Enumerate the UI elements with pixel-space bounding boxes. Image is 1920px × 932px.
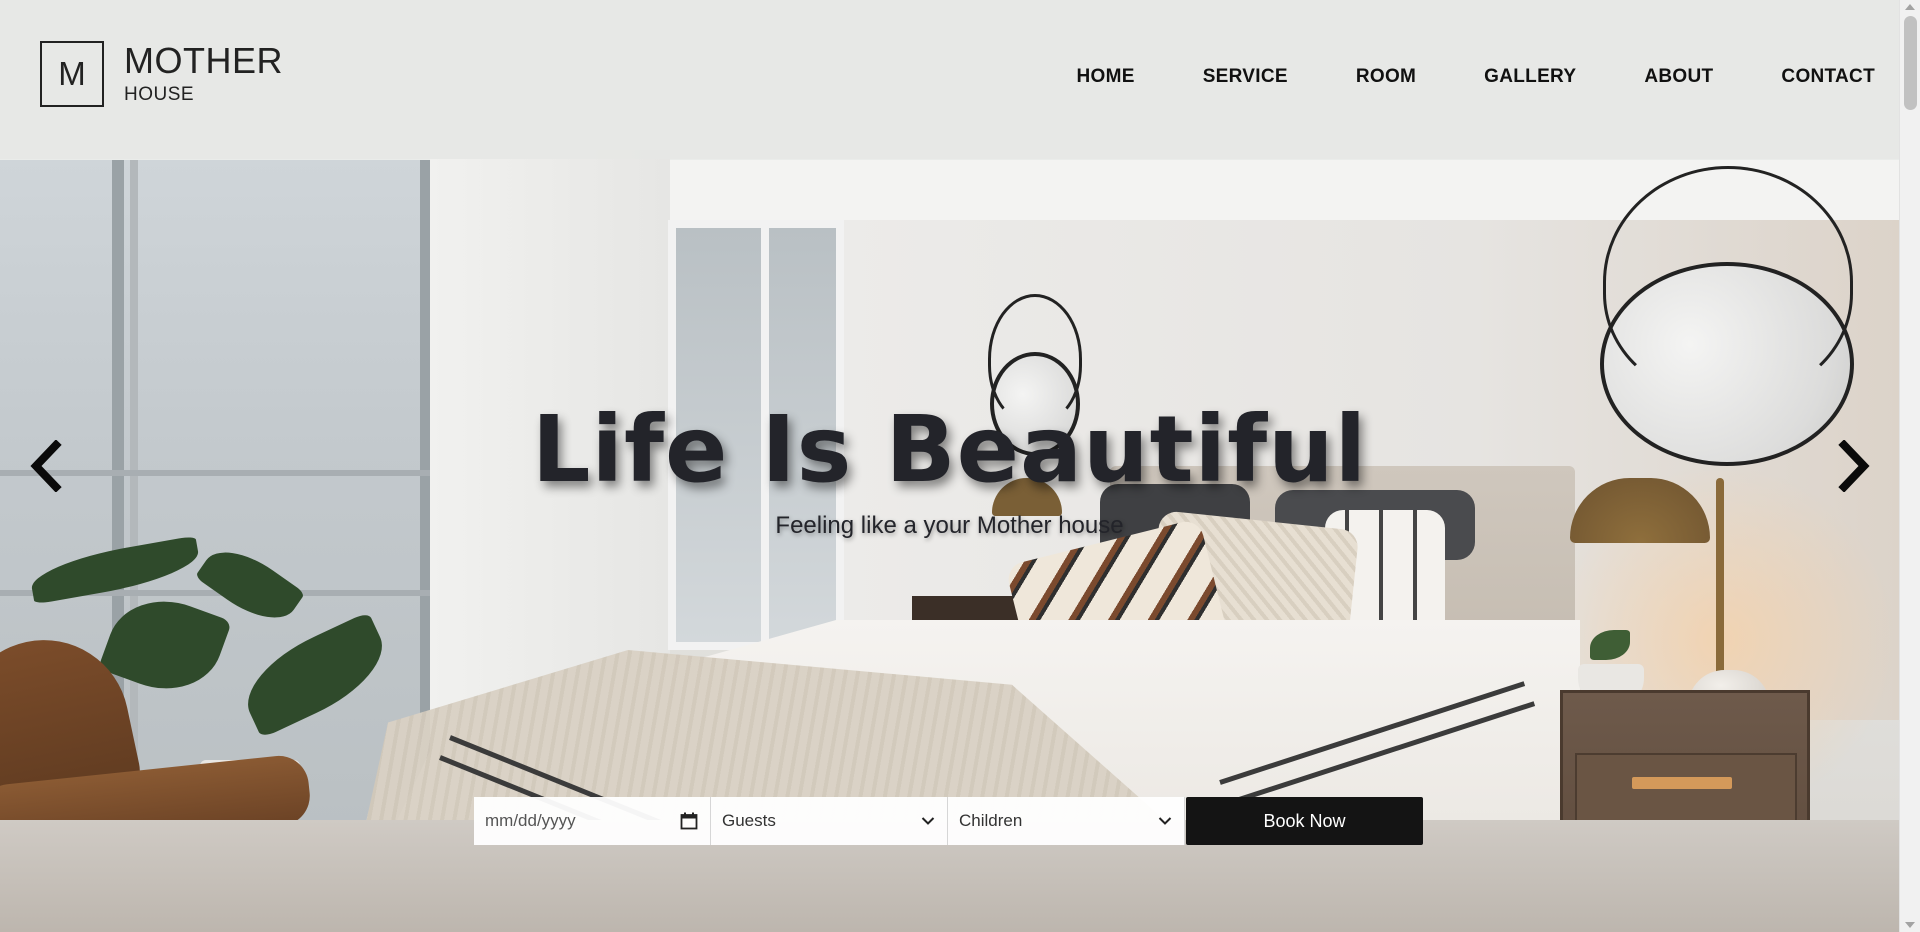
guests-select[interactable]: Guests <box>711 797 948 845</box>
nav-about[interactable]: ABOUT <box>1644 66 1713 88</box>
chevron-right-icon <box>1838 440 1870 492</box>
scrollbar-thumb[interactable] <box>1904 16 1917 110</box>
page-scrollbar[interactable] <box>1899 0 1920 932</box>
nav-home[interactable]: HOME <box>1076 66 1134 88</box>
guests-select-value: Guests <box>722 811 776 830</box>
booking-form: mm/dd/yyyy Guests Children Book Now <box>474 797 1423 845</box>
scroll-up-icon[interactable] <box>1905 4 1915 10</box>
carousel-prev-button[interactable] <box>26 440 66 492</box>
nav-room[interactable]: ROOM <box>1356 66 1416 88</box>
date-field[interactable]: mm/dd/yyyy <box>474 797 711 845</box>
chevron-left-icon <box>30 440 62 492</box>
site-header: M MOTHER HOUSE HOME SERVICE ROOM GALLERY… <box>0 0 1899 159</box>
logo-subtitle: HOUSE <box>124 84 195 105</box>
date-placeholder: mm/dd/yyyy <box>485 811 576 830</box>
children-select-value: Children <box>959 811 1023 830</box>
chevron-down-icon <box>1158 817 1172 825</box>
logo-title[interactable]: MOTHER <box>124 40 283 82</box>
hero-title: Life Is Beautiful <box>531 396 1368 503</box>
logo-mark[interactable]: M <box>40 41 104 107</box>
main-nav: HOME SERVICE ROOM GALLERY ABOUT CONTACT <box>1008 66 1875 88</box>
chevron-down-icon <box>921 817 935 825</box>
book-now-button[interactable]: Book Now <box>1186 797 1423 845</box>
nav-service[interactable]: SERVICE <box>1203 66 1288 88</box>
carousel-next-button[interactable] <box>1834 440 1874 492</box>
hero-subtitle: Feeling like a your Mother house <box>775 512 1124 539</box>
calendar-icon[interactable] <box>680 812 698 830</box>
nav-contact[interactable]: CONTACT <box>1781 66 1875 88</box>
children-select[interactable]: Children <box>948 797 1185 845</box>
large-mirror-strap <box>1603 166 1853 398</box>
nav-gallery[interactable]: GALLERY <box>1484 66 1576 88</box>
scroll-down-icon[interactable] <box>1905 922 1915 928</box>
